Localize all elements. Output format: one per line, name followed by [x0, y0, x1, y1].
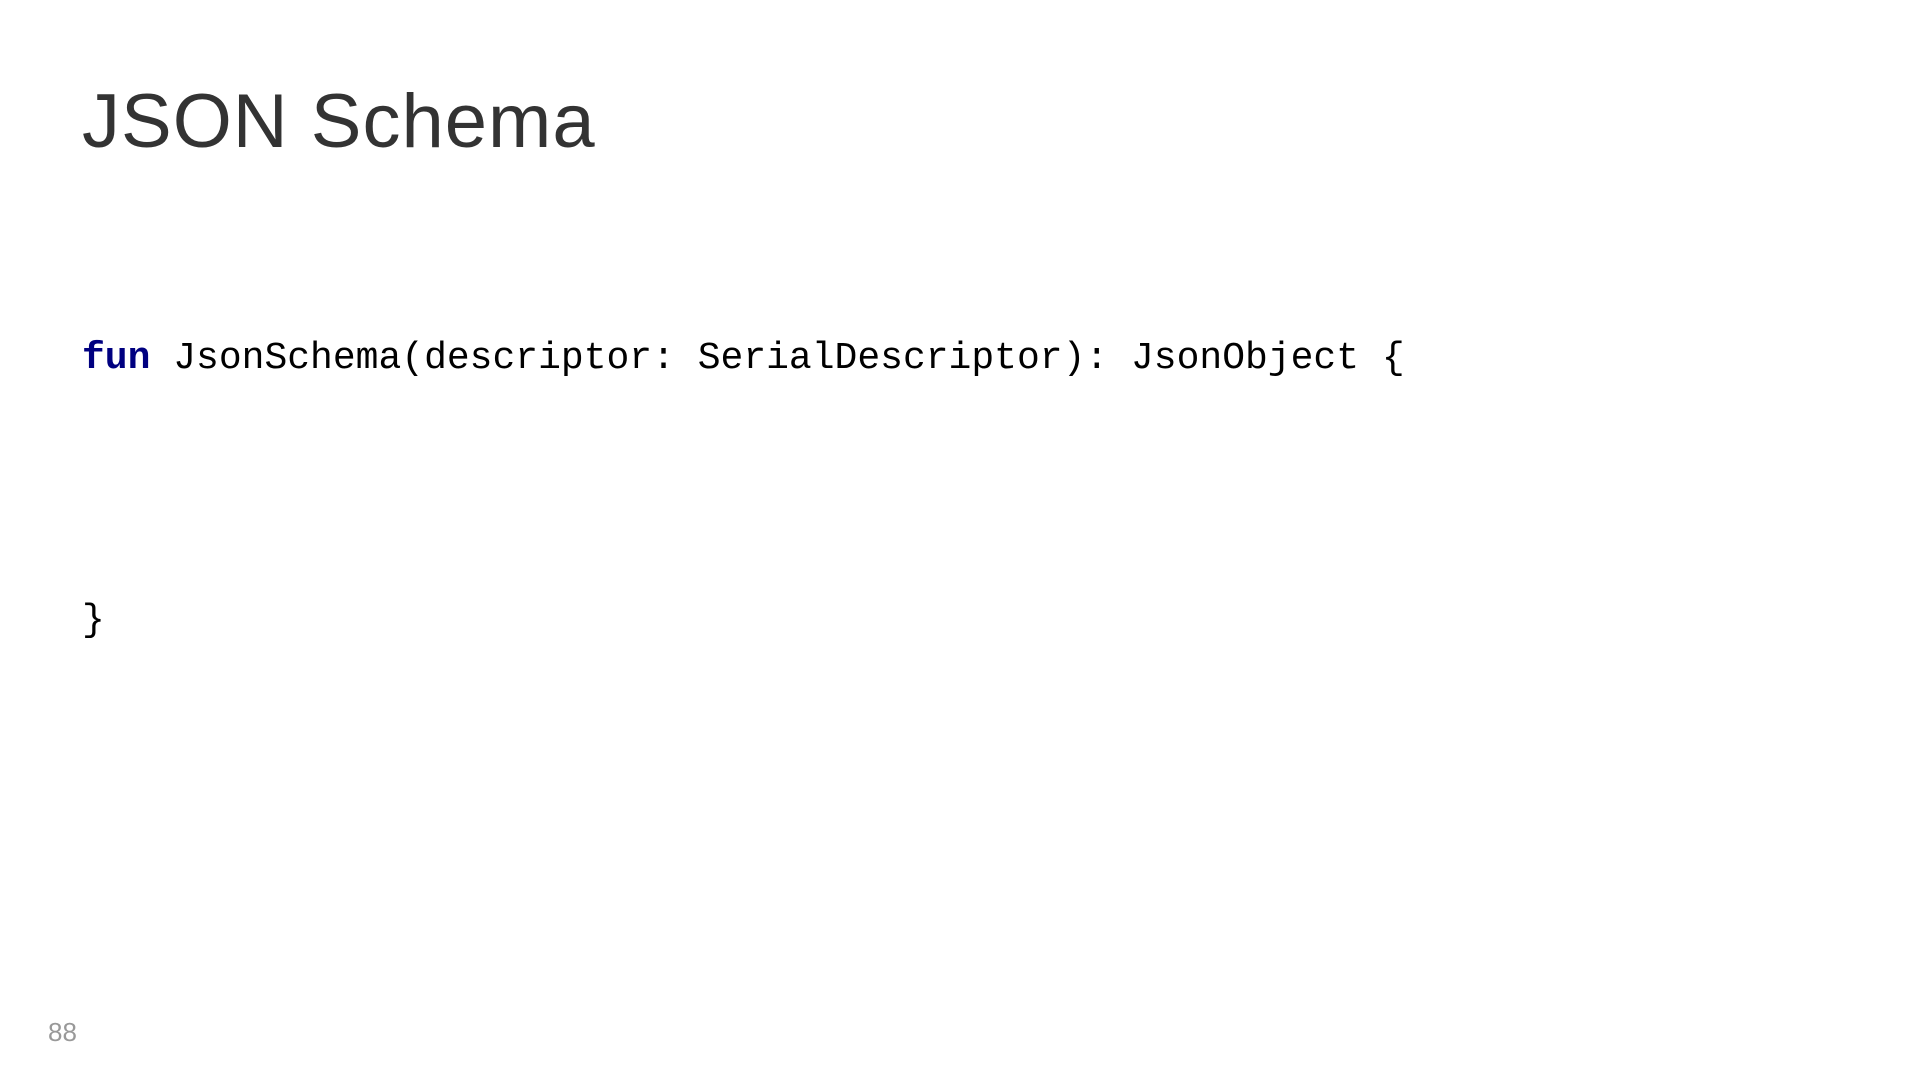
slide-title: JSON Schema [82, 78, 596, 165]
keyword-fun: fun [82, 337, 150, 380]
code-line-1-rest: JsonSchema(descriptor: SerialDescriptor)… [150, 337, 1404, 380]
code-block: fun JsonSchema(descriptor: SerialDescrip… [82, 315, 1405, 665]
code-line-4: } [82, 599, 105, 642]
page-number: 88 [48, 1017, 77, 1048]
